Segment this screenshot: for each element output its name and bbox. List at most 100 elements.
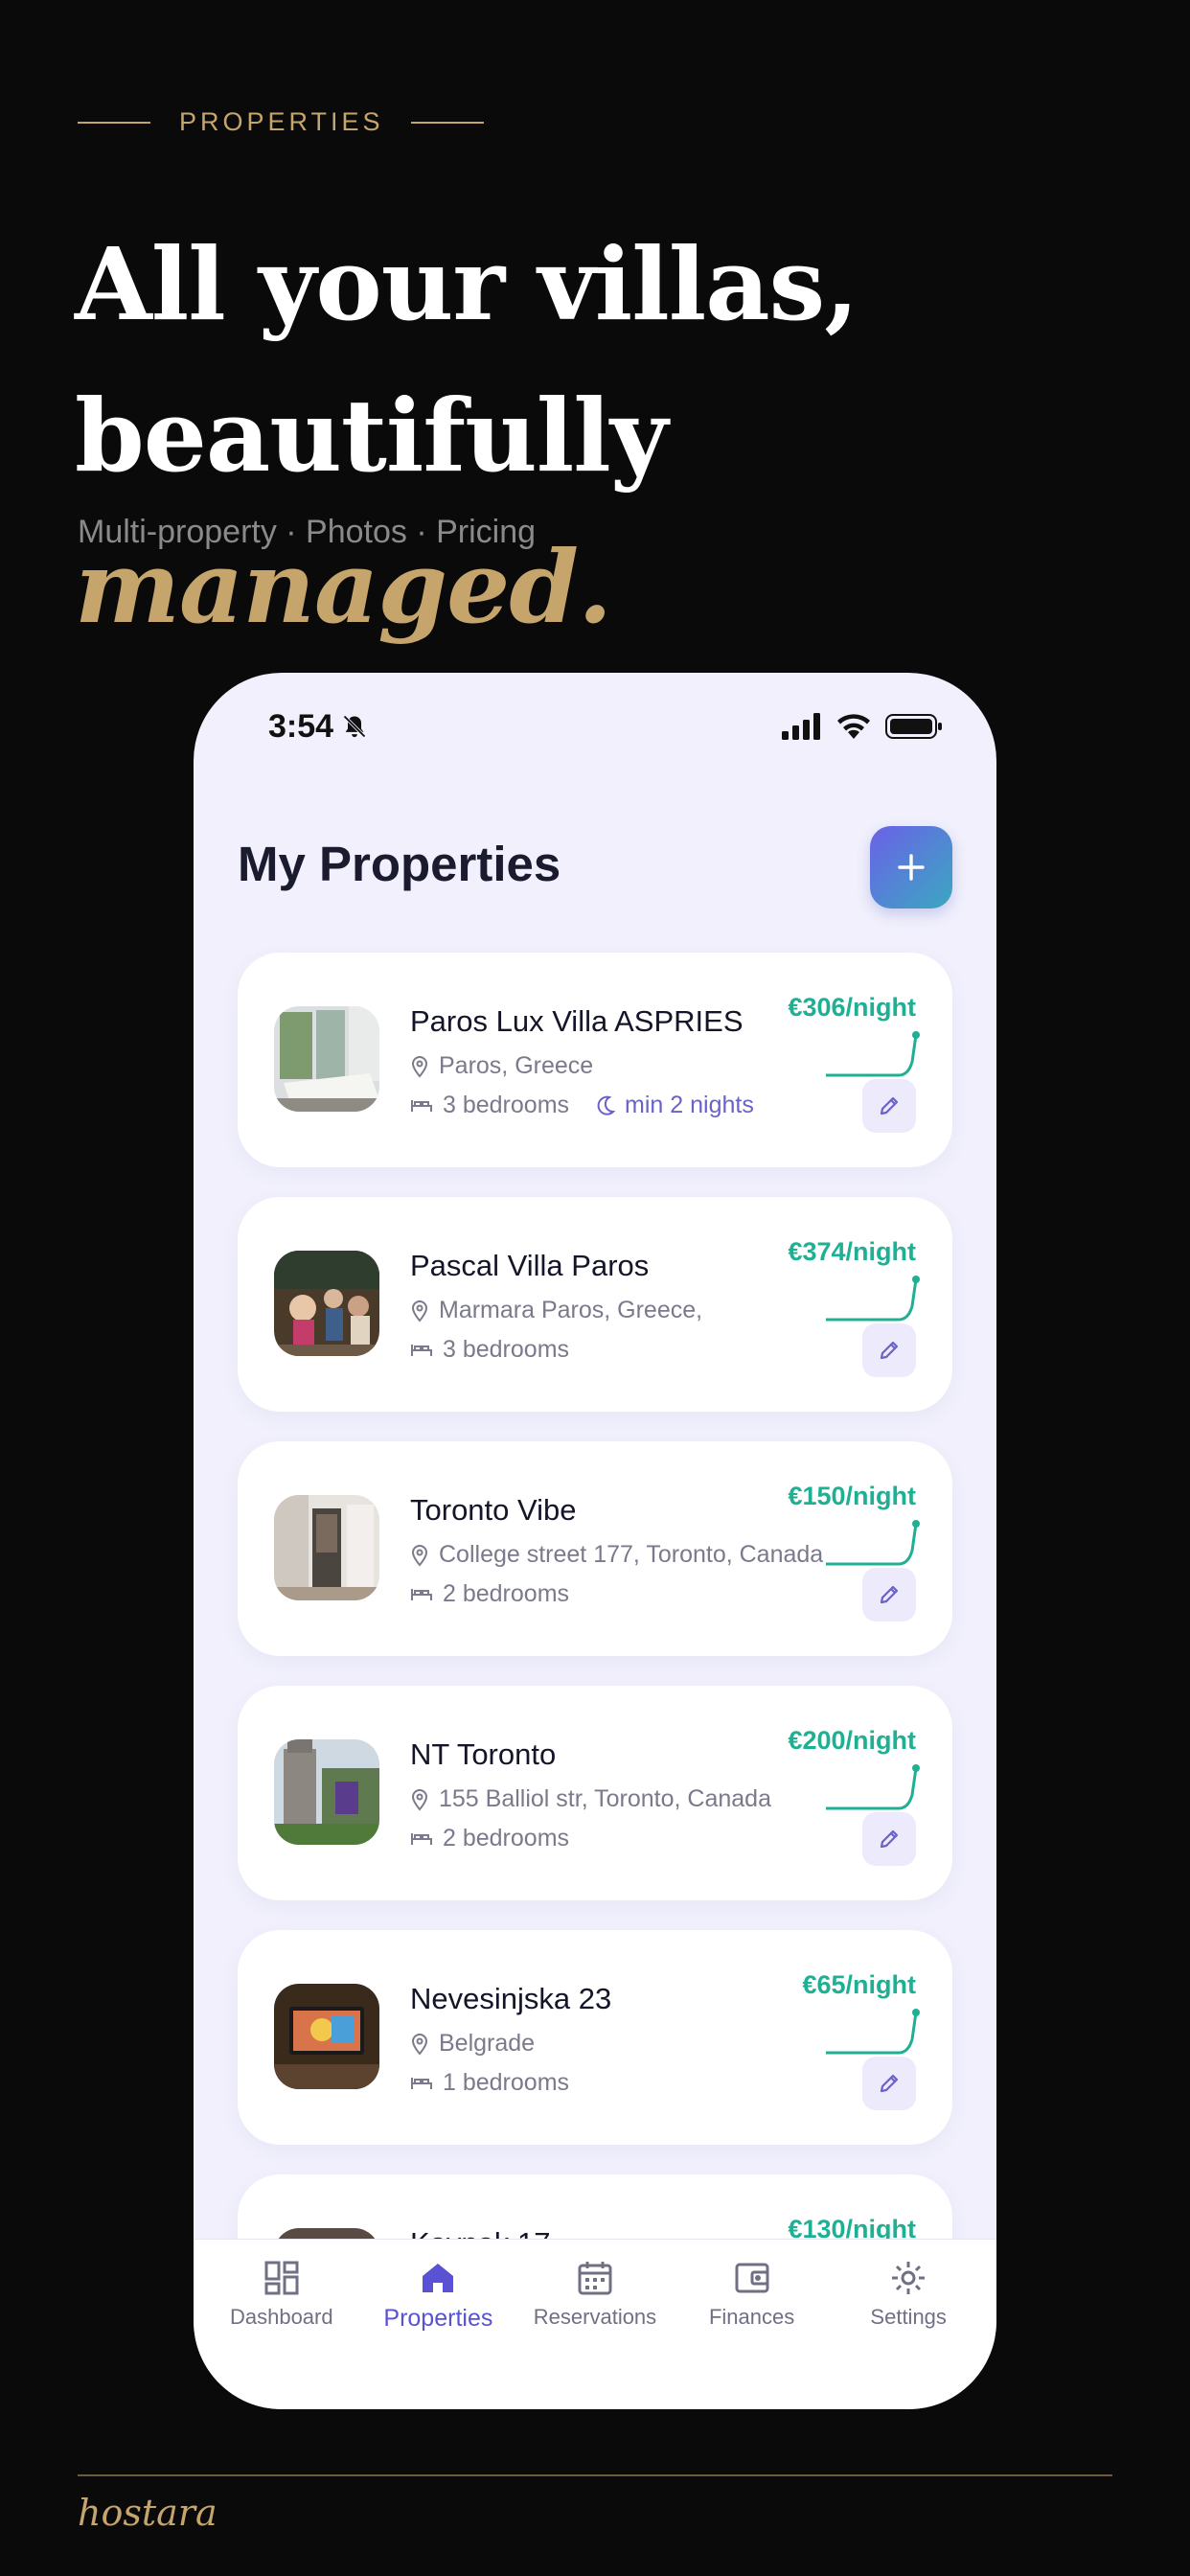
plus-icon xyxy=(898,854,925,881)
location-pin-icon xyxy=(411,1544,428,1567)
property-photo xyxy=(274,1251,379,1356)
property-location-row: 155 Balliol str, Toronto, Canada xyxy=(410,1785,771,1813)
bed-icon xyxy=(411,1099,432,1112)
screen-title: My Properties xyxy=(238,837,561,891)
property-photo xyxy=(274,1739,379,1845)
property-location: Belgrade xyxy=(439,2030,536,2057)
bed-icon xyxy=(411,1344,432,1356)
pencil-icon xyxy=(880,2074,899,2093)
moon-icon xyxy=(597,1095,616,1116)
property-photo xyxy=(274,1984,379,2089)
property-photo xyxy=(274,1006,379,1112)
property-price: €374/night xyxy=(788,1237,916,1266)
tab-dashboard[interactable]: Dashboard xyxy=(203,2240,360,2409)
property-bedrooms: 2 bedrooms xyxy=(443,1825,570,1852)
property-location-row: Belgrade xyxy=(410,2030,535,2058)
property-bedrooms: 1 bedrooms xyxy=(443,2069,570,2096)
price-trend-sparkline xyxy=(826,1520,920,1566)
property-details-row: 2 bedrooms xyxy=(410,1580,569,1608)
property-location-row: College street 177, Toronto, Canada xyxy=(410,1541,823,1569)
property-photo xyxy=(274,1495,379,1600)
property-card[interactable]: Nevesinjska 23 Belgrade 1 bedrooms €65/n… xyxy=(238,1930,952,2145)
bed-icon xyxy=(411,1588,432,1600)
battery-icon xyxy=(885,714,942,739)
gear-icon xyxy=(892,2262,926,2294)
tab-label: Reservations xyxy=(533,2305,657,2329)
pencil-icon xyxy=(880,1096,899,1116)
property-price: €200/night xyxy=(788,1726,916,1755)
wifi-icon xyxy=(837,714,870,739)
location-pin-icon xyxy=(411,1788,428,1811)
signal-icon xyxy=(782,713,820,740)
property-bedrooms: 3 bedrooms xyxy=(443,1336,570,1363)
edit-property-button[interactable] xyxy=(862,1079,916,1133)
edit-property-button[interactable] xyxy=(862,1568,916,1622)
headline: All your villas, beautifully managed. xyxy=(75,209,1190,663)
property-card[interactable]: Paros Lux Villa ASPRIES Paros, Greece 3 … xyxy=(238,953,952,1167)
price-trend-sparkline xyxy=(826,1276,920,1322)
property-details-row: 3 bedrooms min 2 nights xyxy=(410,1092,754,1119)
property-location: Marmara Paros, Greece, xyxy=(439,1297,703,1323)
tab-label: Properties xyxy=(383,2305,493,2332)
eyebrow: PROPERTIES xyxy=(78,107,484,137)
property-details-row: 2 bedrooms xyxy=(410,1825,569,1852)
eyebrow-line-right xyxy=(410,121,484,124)
min-nights: min 2 nights xyxy=(625,1092,754,1118)
tab-label: Settings xyxy=(870,2305,947,2329)
headline-line-2: beautifully managed. xyxy=(75,360,1190,663)
price-trend-sparkline xyxy=(826,2009,920,2055)
price-trend-sparkline xyxy=(826,1031,920,1077)
property-bedrooms: 2 bedrooms xyxy=(443,1580,570,1607)
bed-icon xyxy=(411,2077,432,2089)
property-name: Toronto Vibe xyxy=(410,1493,577,1527)
property-name: Paros Lux Villa ASPRIES xyxy=(410,1004,744,1038)
wallet-icon xyxy=(735,2263,769,2293)
headline-plain: beautifully xyxy=(75,377,668,494)
property-price: €65/night xyxy=(802,1970,916,1999)
property-price: €306/night xyxy=(788,993,916,1022)
pencil-icon xyxy=(880,1341,899,1360)
property-location: Paros, Greece xyxy=(439,1052,594,1079)
add-property-button[interactable] xyxy=(870,826,952,908)
property-card[interactable]: Toronto Vibe College street 177, Toronto… xyxy=(238,1441,952,1656)
location-pin-icon xyxy=(411,1300,428,1322)
property-name: NT Toronto xyxy=(410,1737,557,1771)
tab-reservations[interactable]: Reservations xyxy=(516,2240,674,2409)
status-icons xyxy=(782,713,943,740)
pencil-icon xyxy=(880,1585,899,1604)
property-location: College street 177, Toronto, Canada xyxy=(439,1541,824,1568)
property-location: 155 Balliol str, Toronto, Canada xyxy=(439,1785,771,1812)
location-pin-icon xyxy=(411,2033,428,2056)
bed-icon xyxy=(411,1832,432,1845)
property-location-row: Paros, Greece xyxy=(410,1052,593,1080)
tab-finances[interactable]: Finances xyxy=(674,2240,831,2409)
edit-property-button[interactable] xyxy=(862,2057,916,2110)
property-details-row: 3 bedrooms xyxy=(410,1336,569,1364)
eyebrow-label: PROPERTIES xyxy=(179,107,384,136)
property-price: €150/night xyxy=(788,1482,916,1510)
pencil-icon xyxy=(880,1829,899,1849)
bell-off-icon xyxy=(343,715,366,738)
property-bedrooms: 3 bedrooms xyxy=(443,1092,570,1118)
tab-bar: Dashboard Properties Reservations Financ… xyxy=(194,2239,996,2409)
property-list: Paros Lux Villa ASPRIES Paros, Greece 3 … xyxy=(238,953,952,2409)
edit-property-button[interactable] xyxy=(862,1323,916,1377)
tab-settings[interactable]: Settings xyxy=(830,2240,987,2409)
calendar-icon xyxy=(578,2262,612,2295)
tab-label: Dashboard xyxy=(229,2305,333,2329)
price-trend-sparkline xyxy=(826,1764,920,1810)
edit-property-button[interactable] xyxy=(862,1812,916,1866)
property-details-row: 1 bedrooms xyxy=(410,2069,569,2097)
property-card[interactable]: NT Toronto 155 Balliol str, Toronto, Can… xyxy=(238,1686,952,1900)
min-nights-badge: min 2 nights xyxy=(596,1092,754,1119)
tab-properties[interactable]: Properties xyxy=(360,2240,517,2409)
tab-label: Finances xyxy=(708,2305,795,2329)
location-pin-icon xyxy=(411,1055,428,1078)
status-bar: 3:54 xyxy=(268,707,943,746)
property-name: Nevesinjska 23 xyxy=(410,1982,612,2015)
brand-logo: hostara xyxy=(78,2492,217,2534)
phone-frame: 3:54 My Properties Paros Lux Villa ASPRI… xyxy=(194,673,996,2409)
eyebrow-line-left xyxy=(78,121,150,124)
property-card[interactable]: Pascal Villa Paros Marmara Paros, Greece… xyxy=(238,1197,952,1412)
dashboard-icon xyxy=(264,2261,299,2295)
